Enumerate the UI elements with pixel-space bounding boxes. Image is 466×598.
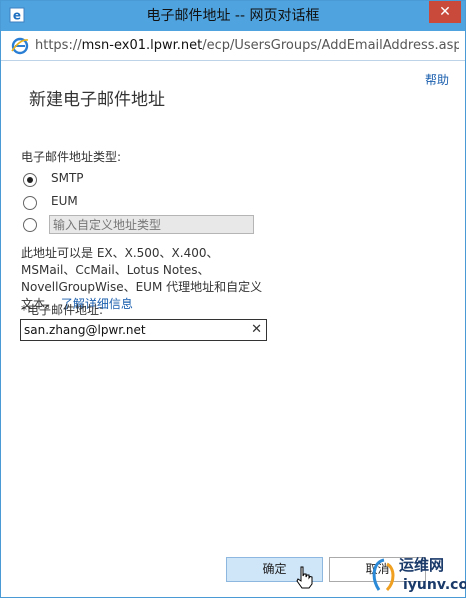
email-address-label: *电子邮件地址: (21, 303, 104, 317)
email-value: san.zhang@lpwr.net (24, 323, 146, 337)
watermark-text-url: iyunv.com (403, 577, 466, 593)
custom-type-input[interactable]: 输入自定义地址类型 (49, 215, 254, 234)
url-scheme: https:// (35, 38, 82, 53)
hand-cursor-icon (296, 566, 313, 589)
url-path: /ecp/UsersGroups/AddEmailAddress.aspx?r (202, 38, 459, 53)
watermark-logo-icon (372, 558, 395, 592)
window-title: 电子邮件地址 -- 网页对话框 (146, 8, 320, 24)
help-link[interactable]: 帮助 (425, 71, 449, 88)
email-field[interactable]: san.zhang@lpwr.net ✕ (20, 319, 267, 341)
watermark: 运维网 iyunv.com (369, 554, 466, 598)
watermark-text-cn: 运维网 (399, 556, 445, 574)
close-icon: ✕ (439, 4, 451, 20)
radio-custom-circle[interactable] (23, 218, 37, 232)
radio-eum-circle[interactable] (23, 196, 37, 210)
address-type-label: 电子邮件地址类型: (21, 150, 122, 164)
close-button[interactable]: ✕ (429, 1, 461, 23)
page-title: 新建电子邮件地址 (29, 90, 165, 110)
clear-icon[interactable]: ✕ (251, 320, 262, 340)
url-text[interactable]: https://msn-ex01.lpwr.net/ecp/UsersGroup… (35, 31, 459, 60)
address-bar[interactable]: https://msn-ex01.lpwr.net/ecp/UsersGroup… (1, 31, 465, 61)
ie-icon (11, 37, 29, 55)
dialog-window: e 电子邮件地址 -- 网页对话框 ✕ https://msn-ex01.lpw… (0, 0, 466, 598)
radio-eum-label: EUM (51, 194, 78, 208)
radio-smtp-circle[interactable] (23, 173, 37, 187)
url-host: msn-ex01.lpwr.net (81, 38, 203, 53)
title-bar[interactable]: e 电子邮件地址 -- 网页对话框 ✕ (1, 1, 465, 31)
radio-smtp-label: SMTP (51, 171, 84, 185)
